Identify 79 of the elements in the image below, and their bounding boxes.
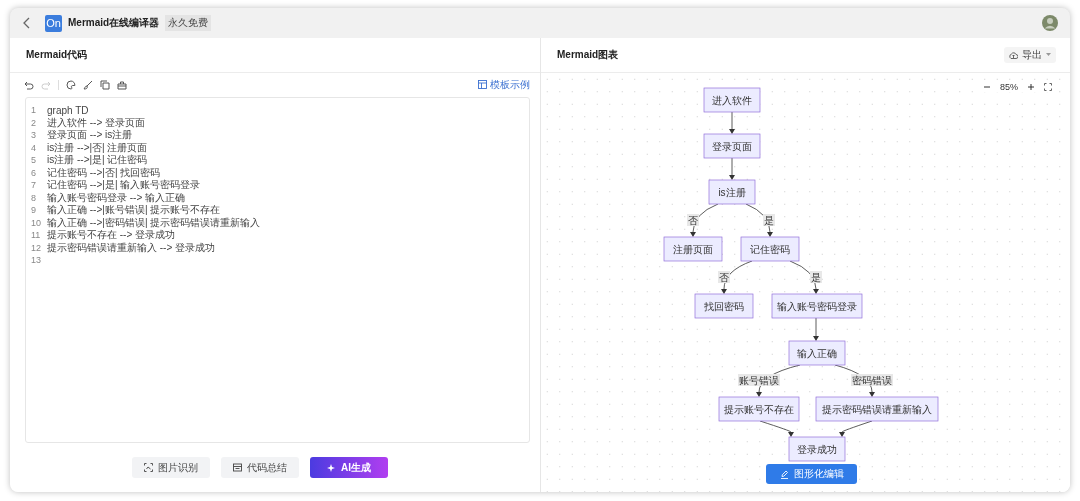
flow-node[interactable]: is注册 <box>708 179 756 205</box>
code-line: 提示账号不存在 --> 登录成功 <box>47 228 176 242</box>
code-editor[interactable] <box>25 97 530 443</box>
flow-node[interactable]: 记住密码 <box>740 236 800 262</box>
zoom-in-icon[interactable] <box>1027 83 1035 91</box>
code-line: 输入正确 -->|密码错误| 提示密码错误请重新输入 <box>47 215 261 229</box>
fullscreen-icon[interactable] <box>1044 83 1052 91</box>
code-line: 输入账号密码登录 --> 输入正确 <box>47 190 186 205</box>
edge-label: 否 <box>687 214 699 226</box>
app-title: Mermaid在线编译器 <box>68 16 160 30</box>
edge-label: 账号错误 <box>738 374 780 386</box>
line-number: 5 <box>31 155 37 166</box>
app-logo: On <box>45 14 62 32</box>
flow-node[interactable]: 输入账号密码登录 <box>771 293 863 319</box>
clear-icon[interactable] <box>117 79 127 90</box>
flow-node[interactable]: 进入软件 <box>703 87 761 113</box>
caret-icon <box>1046 53 1051 57</box>
code-line: is注册 -->|否| 注册页面 <box>47 140 148 154</box>
line-number: 9 <box>31 205 37 216</box>
arrow <box>839 420 873 437</box>
line-number: 6 <box>31 167 37 178</box>
edge-label: 是 <box>810 271 822 283</box>
line-number: 12 <box>31 242 42 253</box>
panel-title: Mermaid代码 <box>26 48 88 62</box>
code-line: is注册 -->|是| 记住密码 <box>47 153 148 167</box>
flow-node[interactable]: 提示密码错误请重新输入 <box>815 396 939 422</box>
line-number: 2 <box>31 117 37 128</box>
line-number: 3 <box>31 130 37 141</box>
back-icon[interactable] <box>23 17 31 29</box>
code-summary-button[interactable]: 代码总结 <box>221 457 299 478</box>
free-badge: 永久免费 <box>165 15 212 31</box>
line-number: 1 <box>31 105 37 116</box>
upload-icon <box>1009 50 1018 60</box>
arrow <box>789 260 819 294</box>
arrow <box>729 157 735 180</box>
code-line: 登录页面 --> is注册 <box>47 128 133 142</box>
zoom-out-icon[interactable] <box>983 83 991 91</box>
flow-node[interactable]: 提示账号不存在 <box>718 396 800 422</box>
flow-node[interactable]: 输入正确 <box>788 340 846 366</box>
arrow <box>721 260 753 294</box>
line-number: 7 <box>31 180 37 191</box>
code-line: 提示密码错误请重新输入 --> 登录成功 <box>47 240 216 255</box>
edge-label: 是 <box>763 214 775 226</box>
flow-node[interactable]: 登录成功 <box>788 436 846 462</box>
line-number: 4 <box>31 142 37 153</box>
avatar-icon[interactable] <box>1042 15 1058 31</box>
copy-icon[interactable] <box>100 79 110 90</box>
line-number: 8 <box>31 192 37 203</box>
panel-title: Mermaid图表 <box>557 48 619 62</box>
code-line: 记住密码 -->|否| 找回密码 <box>47 165 161 179</box>
flow-node[interactable]: 登录页面 <box>703 133 761 159</box>
brush-icon[interactable] <box>83 79 93 90</box>
document-icon <box>233 463 242 472</box>
line-number: 10 <box>31 217 42 228</box>
flow-node[interactable]: 找回密码 <box>694 293 754 319</box>
graphic-edit-button[interactable]: 图形化编辑 <box>766 464 857 484</box>
code-line: 输入正确 -->|账号错误| 提示账号不存在 <box>47 203 221 217</box>
ai-generate-button[interactable]: AI生成 <box>310 457 388 478</box>
sparkle-icon <box>327 463 336 472</box>
undo-icon[interactable] <box>24 79 34 90</box>
code-line: 记住密码 -->|是| 输入账号密码登录 <box>47 178 201 192</box>
scan-icon <box>144 463 153 472</box>
arrow <box>729 111 735 134</box>
export-button[interactable]: 导出 <box>1004 47 1056 63</box>
image-recognition-button[interactable]: 图片识别 <box>132 457 210 478</box>
line-number: 13 <box>31 255 42 266</box>
arrow <box>690 203 719 237</box>
flow-node[interactable]: 注册页面 <box>663 236 723 262</box>
palette-icon[interactable] <box>66 79 76 90</box>
edge-label: 密码错误 <box>851 374 893 386</box>
line-number: 11 <box>31 230 42 241</box>
zoom-level: 85% <box>1000 82 1018 92</box>
edge-label: 否 <box>718 271 730 283</box>
code-line: graph TD <box>47 104 89 116</box>
pencil-icon <box>779 469 789 479</box>
layout-icon <box>478 80 487 89</box>
arrow <box>813 317 819 341</box>
template-link[interactable]: 模板示例 <box>478 77 530 92</box>
code-line: 进入软件 --> 登录页面 <box>47 116 146 129</box>
